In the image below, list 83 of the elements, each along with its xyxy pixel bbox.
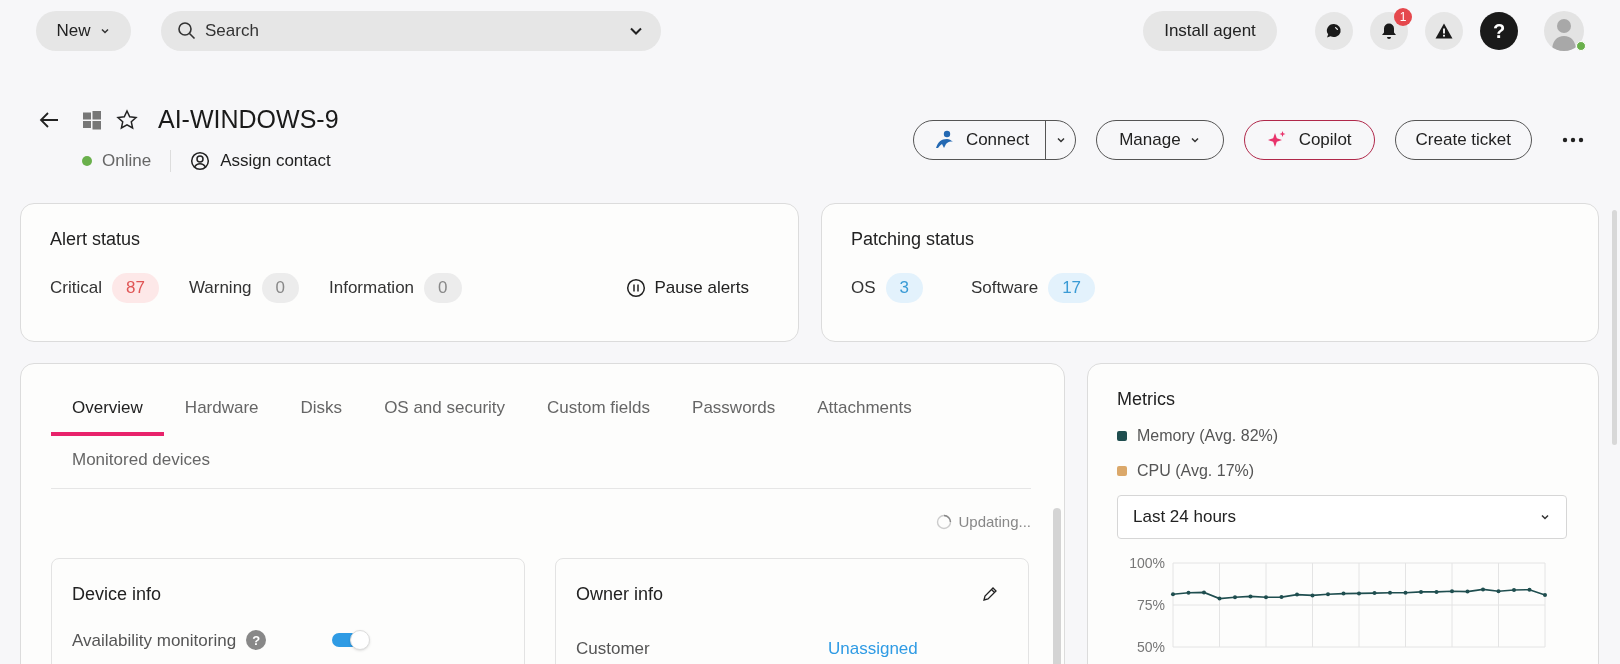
data-point: [1264, 595, 1268, 600]
data-point: [1512, 588, 1516, 593]
data-point: [1295, 592, 1299, 597]
data-point: [1388, 590, 1392, 595]
page-scrollbar-thumb[interactable]: [1612, 210, 1617, 445]
device-title: AI-WINDOWS-9: [158, 104, 339, 136]
time-range-dropdown[interactable]: Last 24 hours: [1117, 495, 1567, 539]
notification-badge: 1: [1394, 8, 1412, 26]
data-point: [1403, 590, 1408, 595]
data-point: [1202, 590, 1206, 595]
data-point: [1171, 592, 1175, 597]
card-title: Device info: [72, 582, 163, 606]
pause-alerts-button[interactable]: Pause alerts: [625, 275, 749, 301]
scrollbar-thumb[interactable]: [1053, 508, 1061, 664]
card-title: Patching status: [851, 228, 976, 251]
pause-icon: [625, 278, 646, 298]
data-point: [1279, 595, 1284, 600]
count-label: Warning: [188, 277, 252, 300]
card-title: Owner info: [576, 582, 664, 606]
data-point: [1326, 592, 1330, 597]
data-point: [1434, 589, 1439, 594]
search-icon: [177, 21, 197, 41]
axis-tick-label: 100%: [1129, 555, 1165, 571]
help-button[interactable]: ?: [1480, 12, 1518, 50]
count-label: Critical: [50, 277, 102, 300]
data-point: [1217, 596, 1222, 601]
help-icon[interactable]: ?: [246, 630, 267, 651]
count-badge: 87: [111, 273, 159, 303]
data-point: [1248, 594, 1253, 599]
legend-label: Memory (Avg. 82%): [1137, 426, 1279, 446]
chat-button[interactable]: [1315, 12, 1353, 50]
axis-tick-label: 50%: [1136, 639, 1165, 655]
tab[interactable]: Disks: [279, 384, 364, 436]
bell-icon: [1379, 21, 1399, 41]
card-title: Metrics: [1117, 388, 1176, 411]
count-label: Software: [971, 277, 1039, 300]
count-badge: 0: [261, 273, 299, 303]
data-point: [1543, 592, 1547, 597]
data-point: [1233, 595, 1237, 600]
legend-label: CPU (Avg. 17%): [1137, 461, 1255, 481]
data-point: [1341, 591, 1346, 596]
card-title: Alert status: [50, 228, 142, 251]
data-point: [1496, 589, 1501, 594]
data-point: [1465, 589, 1470, 594]
status-text: Online: [102, 150, 152, 173]
data-point: [1481, 587, 1485, 592]
data-point: [1372, 591, 1377, 596]
data-point: [1186, 590, 1191, 595]
warning-icon: [1434, 21, 1454, 41]
tab[interactable]: OS and security: [363, 384, 527, 436]
search-field[interactable]: Search: [161, 11, 661, 51]
axis-tick-label: 75%: [1136, 597, 1165, 613]
count-badge: 3: [885, 273, 924, 303]
count-label: Information: [329, 277, 415, 300]
data-point: [1310, 593, 1315, 598]
count-badge: 17: [1048, 273, 1096, 303]
data-point: [1419, 589, 1423, 594]
field-label: Customer: [576, 637, 651, 660]
spinner-icon: [936, 514, 953, 531]
data-point: [1450, 589, 1454, 594]
windows-logo-icon: [82, 110, 102, 130]
edit-pencil-icon[interactable]: [982, 586, 998, 602]
alerts-button[interactable]: [1425, 12, 1463, 50]
tab[interactable]: Attachments: [796, 384, 933, 436]
field-label: Availability monitoring: [72, 629, 237, 652]
favorite-star-button[interactable]: [116, 109, 138, 131]
tab[interactable]: Custom fields: [526, 384, 672, 436]
count-badge: 0: [424, 273, 462, 303]
toggle-switch[interactable]: [332, 630, 371, 651]
more-options-icon[interactable]: [1562, 137, 1584, 143]
new-button[interactable]: New: [36, 11, 131, 51]
data-point: [1527, 587, 1532, 592]
connect-button[interactable]: Connect: [913, 121, 1046, 159]
user-circle-icon: [190, 151, 211, 171]
install-agent-button[interactable]: Install agent: [1143, 11, 1277, 51]
updating-text: Updating...: [958, 512, 1031, 532]
count-label: OS: [851, 277, 876, 300]
tab[interactable]: Hardware: [163, 384, 280, 436]
assign-contact-button[interactable]: Assign contact: [190, 148, 331, 174]
tab[interactable]: Monitored devices: [51, 436, 231, 488]
data-point: [1357, 591, 1361, 596]
tab[interactable]: Overview: [51, 384, 164, 436]
tab[interactable]: Passwords: [671, 384, 797, 436]
